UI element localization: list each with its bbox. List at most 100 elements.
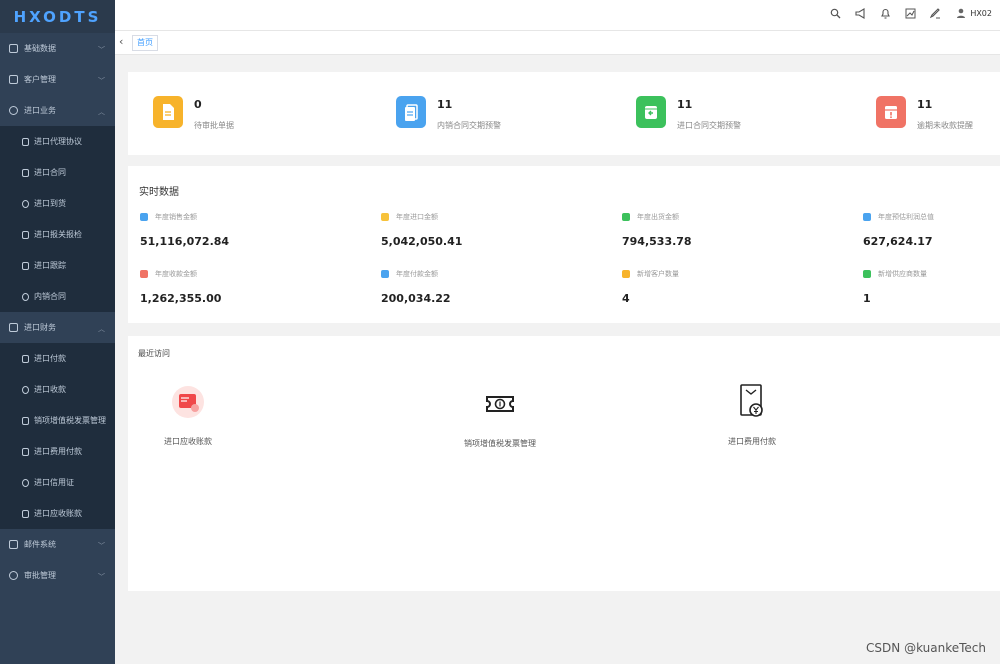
header-toolbar: HX02 xyxy=(830,8,992,19)
import-payment-icon xyxy=(22,354,29,363)
realtime-title: 实时数据 xyxy=(139,187,179,198)
top-header: HX02 xyxy=(115,0,1000,31)
search-icon[interactable] xyxy=(830,8,841,19)
yen-bill-icon xyxy=(692,382,812,422)
box-return-icon xyxy=(636,96,666,128)
sidebar-item-label: 进口报关报检 xyxy=(34,230,82,239)
metric-annual-shipment: 年度出货金额 794,533.78 xyxy=(622,212,692,248)
metric-value: 5,042,050.41 xyxy=(381,235,463,248)
import-arrival-icon xyxy=(22,199,29,208)
sidebar-item-import-contract[interactable]: 进口合同 xyxy=(0,157,115,188)
sidebar-item-label: 内销合同 xyxy=(34,292,66,301)
sidebar-item-vat-invoice[interactable]: 销项增值税发票管理 xyxy=(0,405,115,436)
import-customs-icon xyxy=(22,230,29,239)
receivable-card-icon xyxy=(128,382,248,422)
realtime-panel: 实时数据 年度销售金额 51,116,072.84 年度进口金额 5,042,050.… xyxy=(128,166,1000,323)
sidebar-item-import-receivable[interactable]: 进口应收账款 xyxy=(0,498,115,529)
megaphone-icon[interactable] xyxy=(855,8,866,19)
import-lc-icon xyxy=(22,478,29,487)
recent-item-label: 进口费用付款 xyxy=(728,437,776,446)
sidebar-item-customers[interactable]: 客户管理 ﹀ xyxy=(0,64,115,95)
stat-text: 11 进口合同交期预警 xyxy=(677,98,741,131)
stat-card-domestic-contract-alert[interactable]: 11 内销合同交期预警 xyxy=(396,96,501,131)
metric-label: 新增供应商数量 xyxy=(878,270,927,278)
import-agency-icon xyxy=(22,137,29,146)
sidebar-item-label: 进口代理协议 xyxy=(34,137,82,146)
metric-value: 1 xyxy=(863,292,871,305)
document-icon xyxy=(153,96,183,128)
edit-icon[interactable] xyxy=(930,8,941,19)
contract-icon xyxy=(396,96,426,128)
stat-card-pending-approval[interactable]: 0 待审批单据 xyxy=(153,96,234,131)
stat-label: 逾期未收款提醒 xyxy=(917,121,973,130)
collapse-chevron-icon[interactable]: ‹ xyxy=(119,35,123,48)
new-suppliers-icon xyxy=(863,270,871,278)
sidebar-item-import-customs[interactable]: 进口报关报检 xyxy=(0,219,115,250)
metric-annual-sales: 年度销售金额 51,116,072.84 xyxy=(140,212,229,248)
tab-home[interactable]: 首页 xyxy=(132,35,158,51)
recent-item-import-expense[interactable]: 进口费用付款 xyxy=(692,382,812,447)
sidebar-item-label: 基础数据 xyxy=(24,44,56,53)
sidebar-item-import-expense[interactable]: 进口费用付款 xyxy=(0,436,115,467)
recent-item-import-receivable[interactable]: 进口应收账款 xyxy=(128,382,248,447)
chevron-icon: ﹀ xyxy=(98,46,105,54)
stat-label: 进口合同交期预警 xyxy=(677,121,741,130)
stat-value: 11 xyxy=(917,98,933,111)
sidebar-item-import-lc[interactable]: 进口信用证 xyxy=(0,467,115,498)
metric-value: 51,116,072.84 xyxy=(140,235,230,248)
customers-icon xyxy=(9,75,18,84)
recent-item-label: 进口应收账款 xyxy=(164,437,212,446)
sidebar-item-label: 销项增值税发票管理 xyxy=(34,416,106,425)
import-contract-icon xyxy=(22,168,29,177)
metric-new-customers: 新增客户数量 4 xyxy=(622,269,679,305)
metric-annual-import: 年度进口金额 5,042,050.41 xyxy=(381,212,462,248)
basic-data-icon xyxy=(9,44,18,53)
metric-header: 年度出货金额 xyxy=(622,212,692,222)
chevron-icon: ﹀ xyxy=(98,542,105,550)
sidebar-item-label: 进口跟踪 xyxy=(34,261,66,270)
app-logo[interactable]: HXODTS xyxy=(0,0,115,33)
user-menu[interactable]: HX02 xyxy=(955,8,992,19)
bell-icon[interactable] xyxy=(880,8,891,19)
metric-label: 年度销售金额 xyxy=(155,213,197,221)
metric-annual-receipt: 年度收款金额 1,262,355.00 xyxy=(140,269,221,305)
stat-card-overdue-receipt-alert[interactable]: 11 逾期未收款提醒 xyxy=(876,96,973,131)
domestic-contract-icon xyxy=(22,292,29,301)
sidebar-item-import-receipt[interactable]: 进口收款 xyxy=(0,374,115,405)
sidebar-item-mail-system[interactable]: 邮件系统 ﹀ xyxy=(0,529,115,560)
sidebar-item-import-tracking[interactable]: 进口跟踪 xyxy=(0,250,115,281)
metric-value: 200,034.22 xyxy=(381,292,451,305)
sidebar-item-label: 邮件系统 xyxy=(24,540,56,549)
sidebar-item-import-business[interactable]: 进口业务 ︿ xyxy=(0,95,115,126)
sidebar-item-import-finance[interactable]: 进口财务 ︿ xyxy=(0,312,115,343)
sidebar: HXODTS 基础数据 ﹀ 客户管理 ﹀ 进口业务 ︿ 进口代理协议进口合同 进口到货进口报关… xyxy=(0,0,115,664)
sidebar-item-approval[interactable]: 审批管理 ﹀ xyxy=(0,560,115,591)
approval-icon xyxy=(9,571,18,580)
sidebar-item-domestic-contract[interactable]: 内销合同 xyxy=(0,281,115,312)
metric-value: 627,624.17 xyxy=(863,235,933,248)
stat-text: 11 内销合同交期预警 xyxy=(437,98,501,131)
chart-icon[interactable] xyxy=(905,8,916,19)
calendar-alert-icon xyxy=(876,96,906,128)
metric-annual-profit: 年度预估利润总值 627,624.17 xyxy=(863,212,934,248)
metric-label: 年度进口金额 xyxy=(396,213,438,221)
metric-label: 年度预估利润总值 xyxy=(878,213,934,221)
metric-label: 新增客户数量 xyxy=(637,270,679,278)
annual-sales-icon xyxy=(140,213,148,221)
recent-item-vat-invoice[interactable]: 销项增值税发票管理 xyxy=(440,384,560,449)
stat-card-import-contract-alert[interactable]: 11 进口合同交期预警 xyxy=(636,96,741,131)
sidebar-item-import-agency[interactable]: 进口代理协议 xyxy=(0,126,115,157)
metric-value: 1,262,355.00 xyxy=(140,292,222,305)
sidebar-item-label: 进口信用证 xyxy=(34,478,74,487)
import-receipt-icon xyxy=(22,385,29,394)
stat-value: 0 xyxy=(194,98,202,111)
metric-value: 794,533.78 xyxy=(622,235,692,248)
ticket-icon xyxy=(440,384,560,424)
sidebar-item-label: 进口费用付款 xyxy=(34,447,82,456)
sidebar-item-import-payment[interactable]: 进口付款 xyxy=(0,343,115,374)
metric-label: 年度付款金额 xyxy=(396,270,438,278)
sidebar-item-basic-data[interactable]: 基础数据 ﹀ xyxy=(0,33,115,64)
annual-receipt-icon xyxy=(140,270,148,278)
sidebar-item-import-arrival[interactable]: 进口到货 xyxy=(0,188,115,219)
sidebar-item-label: 进口付款 xyxy=(34,354,66,363)
